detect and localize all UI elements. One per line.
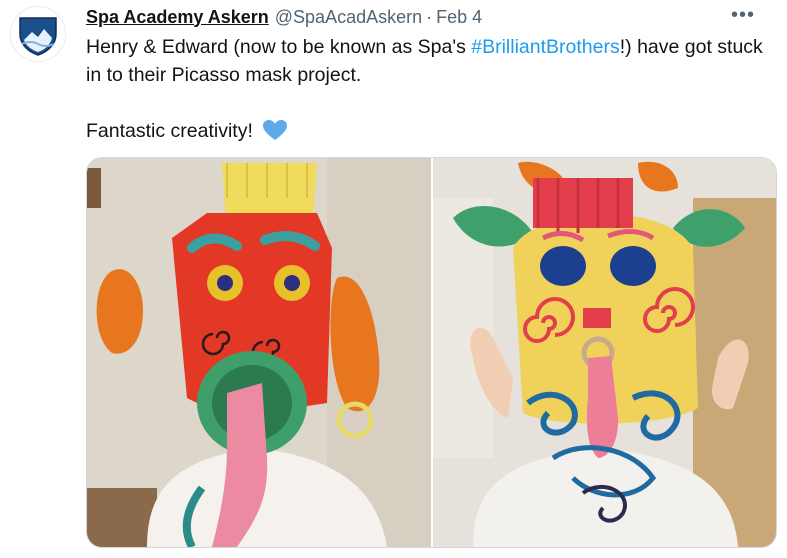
blue-heart-icon [263,120,288,140]
more-horizontal-icon[interactable]: ••• [731,5,755,25]
user-handle[interactable]: @SpaAcadAskern [275,7,422,28]
media-grid [86,157,777,548]
school-crest-icon [19,17,57,56]
tweet-date-link[interactable]: Feb 4 [436,7,482,28]
tweet-text-part1: Henry & Edward (now to be known as Spa's [86,36,472,58]
tweet-header: Spa Academy Askern @SpaAcadAskern · Feb … [86,5,771,28]
red-mask-photo[interactable] [87,158,431,547]
tweet-body: Henry & Edward (now to be known as Spa's… [86,33,766,145]
separator-dot: · [426,6,433,27]
tweet-text-creativity: Fantastic creativity! [86,120,253,142]
hashtag-link[interactable]: #BrilliantBrothers [471,36,619,58]
display-name-link[interactable]: Spa Academy Askern [86,7,269,28]
yellow-mask-photo[interactable] [432,158,776,547]
tweet-text-line2: Fantastic creativity! [86,117,766,145]
tweet-text-paragraph: Henry & Edward (now to be known as Spa's… [86,33,766,89]
avatar[interactable] [10,6,66,62]
